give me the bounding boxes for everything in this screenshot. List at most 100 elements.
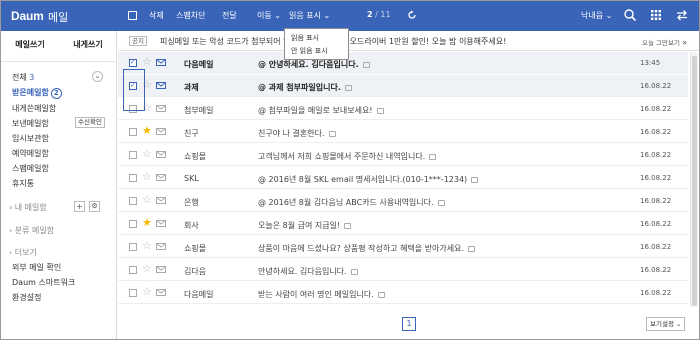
- row-sender[interactable]: 다음메일: [184, 59, 213, 70]
- preview-icon[interactable]: [362, 61, 370, 68]
- scrollbar[interactable]: [690, 52, 698, 307]
- sidebar-item-inbox[interactable]: 받은메일함 2: [12, 87, 62, 99]
- preview-icon[interactable]: [429, 153, 437, 160]
- preview-icon[interactable]: [377, 291, 385, 298]
- apps-grid-icon[interactable]: [649, 8, 663, 22]
- sidebar-item-settings[interactable]: 환경설정: [12, 292, 41, 303]
- envelope-icon[interactable]: [156, 128, 166, 135]
- swap-icon[interactable]: [675, 8, 689, 22]
- envelope-icon[interactable]: [156, 105, 166, 112]
- service-name[interactable]: 메일: [48, 9, 68, 25]
- preview-icon[interactable]: [471, 176, 479, 183]
- notice-dismiss-today[interactable]: 오늘 그만보기 ✕: [642, 37, 687, 47]
- mail-row[interactable]: ☆ 쇼핑몰 상품이 마음에 드셨나요? 상품평 작성하고 혜택을 받아가세요. 16.…: [118, 236, 688, 258]
- search-icon[interactable]: [623, 8, 637, 22]
- sidebar-item-more[interactable]: › 더보기: [9, 247, 37, 258]
- row-subject[interactable]: @ 2016년 8월 김다음님 ABC카드 사용내역입니다.: [258, 197, 445, 208]
- mail-row[interactable]: ☆ SKL @ 2016년 8월 SKL email 명세서입니다.(010-1**…: [118, 167, 688, 189]
- row-checkbox[interactable]: [129, 220, 137, 228]
- row-checkbox[interactable]: [129, 174, 137, 182]
- sidebar-item-trash[interactable]: 휴지통: [12, 178, 34, 189]
- row-sender[interactable]: 과제: [184, 82, 199, 93]
- preview-icon[interactable]: [328, 130, 336, 137]
- mail-row[interactable]: ☆ 김다음 안녕하세요. 김다음입니다. 16.08.22: [118, 259, 688, 281]
- row-checkbox[interactable]: [129, 197, 137, 205]
- row-subject[interactable]: @ 안녕하세요. 김다음입니다.: [258, 59, 370, 70]
- row-sender[interactable]: 첨부메일: [184, 105, 213, 116]
- envelope-icon[interactable]: [156, 197, 166, 204]
- user-menu[interactable]: 낙내읍 ⌄: [581, 10, 612, 21]
- sidebar-item-category[interactable]: › 분류 메일함: [9, 225, 54, 236]
- row-sender[interactable]: SKL: [184, 174, 199, 183]
- sidebar-item-all[interactable]: 전체 3: [12, 72, 34, 83]
- envelope-icon[interactable]: [156, 243, 166, 250]
- preview-icon[interactable]: [437, 199, 445, 206]
- row-subject[interactable]: @ 과제 첨부파일입니다.: [258, 82, 352, 93]
- star-icon[interactable]: ☆: [142, 171, 152, 182]
- mail-row[interactable]: ☆ 다음메일 @ 안녕하세요. 김다음입니다. 13:45: [118, 52, 688, 74]
- row-subject[interactable]: @ 2016년 8월 SKL email 명세서입니다.(010-1***-12…: [258, 174, 479, 185]
- row-checkbox[interactable]: [129, 151, 137, 159]
- row-sender[interactable]: 김다음: [184, 266, 206, 277]
- row-subject[interactable]: @ 첨부파일을 메일로 보내보세요!: [258, 105, 384, 116]
- envelope-icon[interactable]: [156, 266, 166, 273]
- sidebar-item-external-mail[interactable]: 외부 메일 확인: [12, 262, 61, 273]
- row-sender[interactable]: 친구: [184, 128, 199, 139]
- preview-icon[interactable]: [468, 245, 476, 252]
- dropdown-option-unread[interactable]: 안 읽음 표시: [291, 46, 328, 56]
- row-subject[interactable]: 오늘은 8월 급여 지급일!: [258, 220, 352, 231]
- row-checkbox[interactable]: [129, 289, 137, 297]
- envelope-icon[interactable]: [156, 289, 166, 296]
- star-icon[interactable]: ☆: [142, 240, 152, 251]
- star-icon[interactable]: ★: [142, 125, 152, 136]
- daum-logo[interactable]: Daum: [11, 9, 44, 23]
- star-icon[interactable]: ☆: [142, 148, 152, 159]
- envelope-icon[interactable]: [156, 220, 166, 227]
- page-button[interactable]: 1: [402, 317, 416, 331]
- sidebar-item-my-folders[interactable]: › 내 메일함: [9, 202, 47, 213]
- sidebar-item-drafts[interactable]: 임시보관함: [12, 133, 49, 144]
- row-sender[interactable]: 은행: [184, 197, 199, 208]
- chevron-down-icon[interactable]: ⌄: [92, 71, 103, 82]
- preview-icon[interactable]: [344, 222, 352, 229]
- row-sender[interactable]: 다음메일: [184, 289, 213, 300]
- row-subject[interactable]: 안녕하세요. 김다음입니다.: [258, 266, 358, 277]
- mail-row[interactable]: ★ 회사 오늘은 8월 급여 지급일! 16.08.22: [118, 213, 688, 235]
- move-button[interactable]: 이동 ⌄: [257, 10, 281, 21]
- star-icon[interactable]: ☆: [142, 194, 152, 205]
- envelope-icon[interactable]: [156, 151, 166, 158]
- read-mark-button[interactable]: 읽음 표시 ⌄: [289, 10, 330, 21]
- sidebar-item-sent[interactable]: 보낸메일함: [12, 118, 49, 129]
- delete-button[interactable]: 삭제: [149, 10, 164, 21]
- envelope-icon[interactable]: [156, 59, 166, 66]
- star-icon[interactable]: ☆: [142, 263, 152, 274]
- row-subject[interactable]: 친구야 나 결혼한다.: [258, 128, 336, 139]
- row-checkbox[interactable]: [129, 128, 137, 136]
- mail-row[interactable]: ☆ 은행 @ 2016년 8월 김다음님 ABC카드 사용내역입니다. 16.08.2…: [118, 190, 688, 212]
- star-icon[interactable]: ☆: [142, 286, 152, 297]
- sidebar-item-reserved[interactable]: 예약메일함: [12, 148, 49, 159]
- scrollbar-thumb[interactable]: [692, 56, 697, 306]
- row-sender[interactable]: 쇼핑몰: [184, 243, 206, 254]
- sidebar-item-self-box[interactable]: 내게쓴메일함: [12, 103, 56, 114]
- write-to-self-button[interactable]: 내게쓰기: [59, 37, 117, 53]
- mail-row[interactable]: ★ 친구 친구야 나 결혼한다. 16.08.22: [118, 121, 688, 143]
- select-all-checkbox[interactable]: [128, 11, 137, 20]
- plus-icon[interactable]: +: [74, 201, 85, 212]
- row-checkbox[interactable]: [129, 266, 137, 274]
- settings-icon[interactable]: ⚙: [89, 201, 100, 212]
- dropdown-option-read[interactable]: 읽음 표시: [291, 33, 319, 43]
- spam-block-button[interactable]: 스팸차단: [176, 10, 205, 21]
- compose-button[interactable]: 메일쓰기: [1, 37, 59, 53]
- envelope-icon[interactable]: [156, 174, 166, 181]
- mail-row[interactable]: ☆ 쇼핑몰 고객님께서 저희 쇼핑몰에서 주문하신 내역입니다. 16.08.22: [118, 144, 688, 166]
- mail-row[interactable]: ☆ 다음메일 받는 사람이 여러 명인 메일입니다. 16.08.22: [118, 282, 688, 304]
- preview-icon[interactable]: [376, 107, 384, 114]
- read-receipt-button[interactable]: 수신확인: [75, 117, 105, 128]
- row-subject[interactable]: 받는 사람이 여러 명인 메일입니다.: [258, 289, 385, 300]
- refresh-icon[interactable]: [407, 10, 417, 20]
- row-subject[interactable]: 상품이 마음에 드셨나요? 상품평 작성하고 혜택을 받아가세요.: [258, 243, 476, 254]
- row-checkbox[interactable]: [129, 58, 137, 67]
- mail-row[interactable]: ☆과제@ 과제 첨부파일입니다.16.08.22: [118, 75, 688, 97]
- sidebar-item-smartwork[interactable]: Daum 스마트워크: [12, 277, 75, 288]
